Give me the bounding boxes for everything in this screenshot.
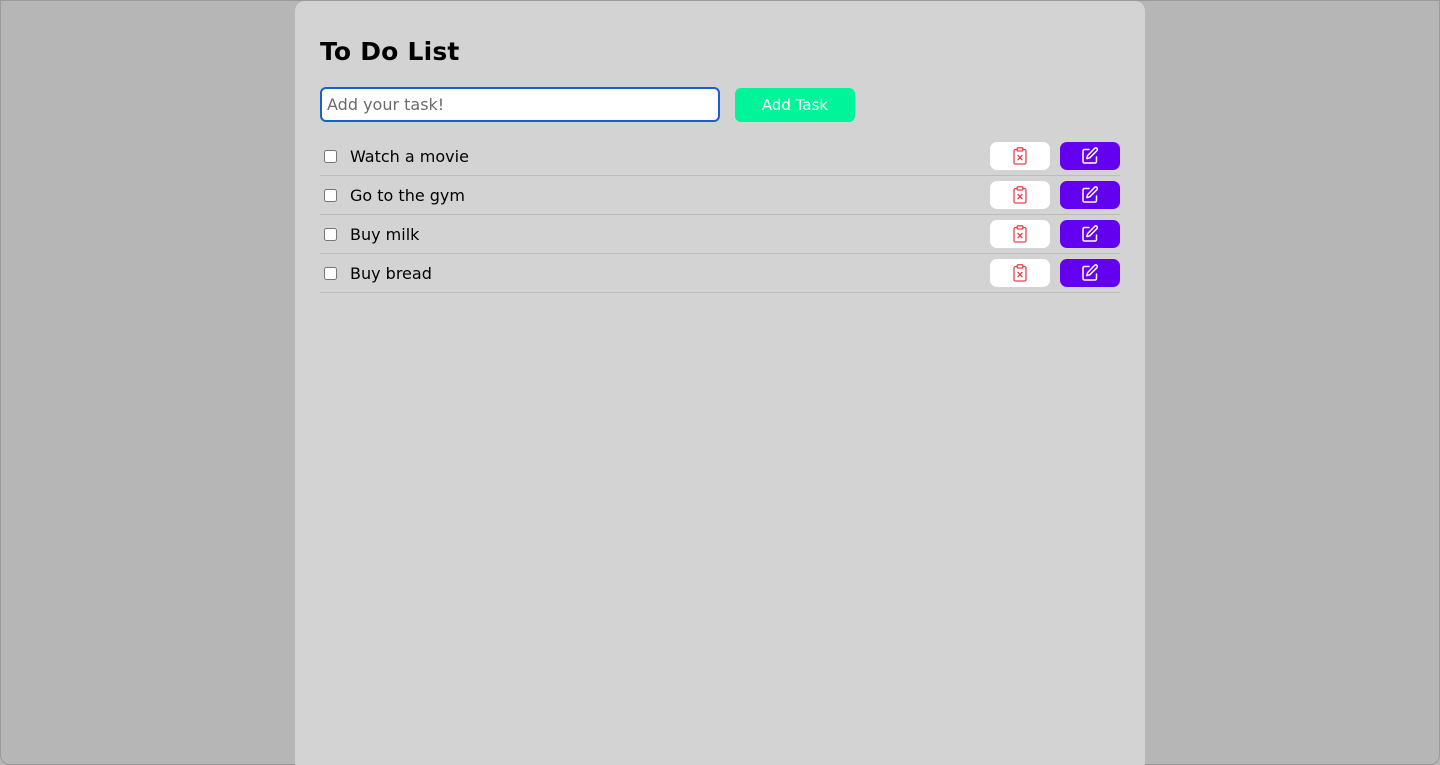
task-row: Watch a movie: [320, 137, 1120, 176]
task-checkbox[interactable]: [324, 266, 337, 280]
clipboard-x-icon: [1013, 147, 1027, 165]
task-checkbox[interactable]: [324, 188, 337, 202]
clipboard-x-icon: [1013, 264, 1027, 282]
add-task-form: Add Task: [320, 87, 855, 122]
task-row: Buy bread: [320, 254, 1120, 293]
task-list: Watch a movie Go to the gym Buy milk Buy…: [320, 137, 1120, 293]
delete-task-button[interactable]: [990, 181, 1050, 209]
delete-task-button[interactable]: [990, 220, 1050, 248]
task-input[interactable]: [320, 87, 720, 122]
add-task-button[interactable]: Add Task: [735, 87, 855, 122]
task-checkbox[interactable]: [324, 149, 337, 163]
clipboard-x-icon: [1013, 186, 1027, 204]
edit-pencil-icon: [1082, 225, 1099, 242]
edit-task-button[interactable]: [1060, 259, 1120, 287]
task-row: Go to the gym: [320, 176, 1120, 215]
edit-task-button[interactable]: [1060, 181, 1120, 209]
edit-pencil-icon: [1082, 147, 1099, 164]
edit-task-button[interactable]: [1060, 220, 1120, 248]
delete-task-button[interactable]: [990, 259, 1050, 287]
edit-pencil-icon: [1082, 264, 1099, 281]
delete-task-button[interactable]: [990, 142, 1050, 170]
task-text: Buy milk: [350, 224, 420, 244]
task-row: Buy milk: [320, 215, 1120, 254]
page-title: To Do List: [320, 37, 460, 66]
todo-card: To Do List Add Task Watch a movie: [295, 1, 1145, 765]
task-text: Go to the gym: [350, 185, 465, 205]
edit-pencil-icon: [1082, 186, 1099, 203]
task-text: Buy bread: [350, 263, 432, 283]
clipboard-x-icon: [1013, 225, 1027, 243]
task-text: Watch a movie: [350, 146, 469, 166]
edit-task-button[interactable]: [1060, 142, 1120, 170]
task-checkbox[interactable]: [324, 227, 337, 241]
